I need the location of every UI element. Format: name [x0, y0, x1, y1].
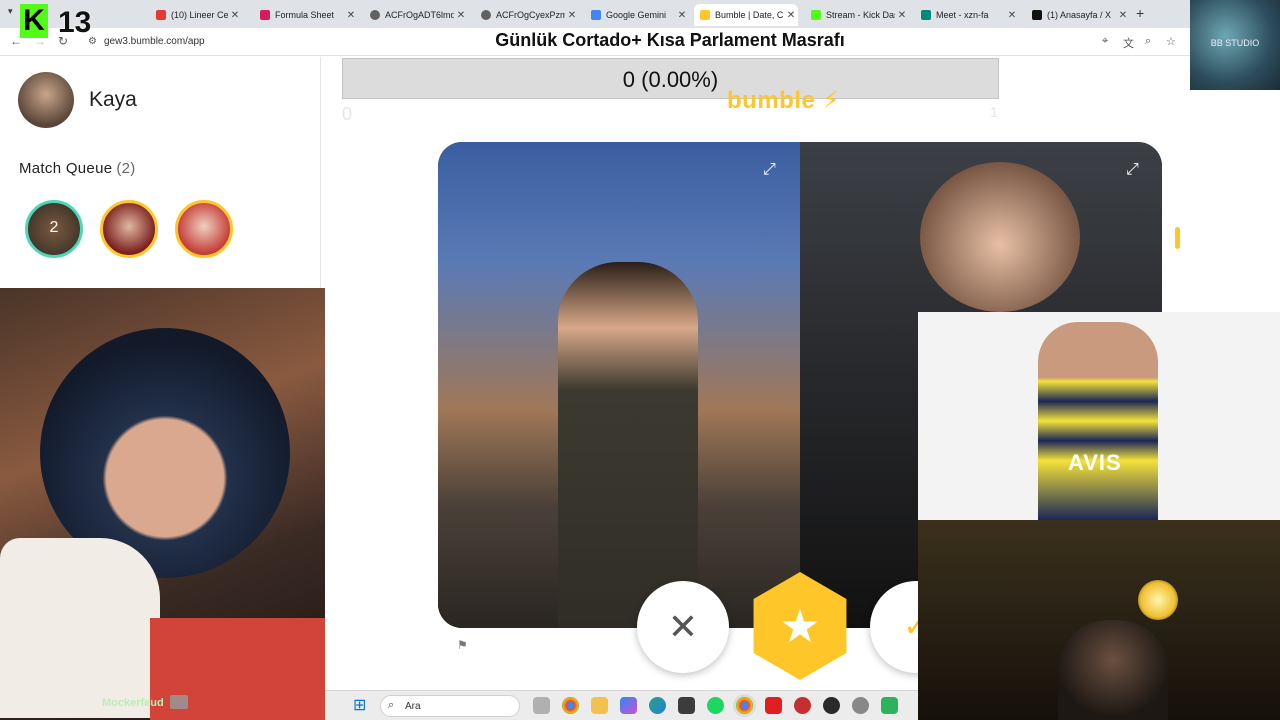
sidebar: Kaya Match Queue (2) 2: [0, 57, 321, 288]
webcam-guest-left: Mockerfeud: [0, 288, 325, 720]
tab-acfrog-2[interactable]: ACFrOgCyexPzm ✕: [475, 4, 579, 26]
bumble-icon: [700, 10, 710, 20]
streamer-name: Mockerfeud: [102, 697, 164, 709]
file-explorer-icon[interactable]: [591, 697, 608, 714]
zoom-icon[interactable]: ⌕: [1145, 35, 1151, 48]
match-queue-label: Match Queue: [19, 160, 113, 177]
tab-google-gemini[interactable]: Google Gemini ✕: [585, 4, 689, 26]
kick-logo: K: [20, 4, 48, 38]
task-view-icon[interactable]: [533, 697, 550, 714]
match-queue-avatar[interactable]: [175, 200, 233, 258]
studio-label: BB STUDIO: [1210, 38, 1260, 48]
spotify-icon[interactable]: [707, 697, 724, 714]
tab-formula-sheet[interactable]: Formula Sheet ✕: [254, 4, 358, 26]
tab-bumble[interactable]: Bumble | Date, Cl ✕: [694, 4, 798, 26]
acrobat-icon[interactable]: [765, 697, 782, 714]
chrome-icon[interactable]: [562, 697, 579, 714]
document-icon: [260, 10, 270, 20]
browser-tab-strip: ▾ (10) Lineer Cebir ✕ Formula Sheet ✕ AC…: [0, 0, 1190, 28]
tab-close-icon[interactable]: ✕: [895, 10, 909, 21]
match-queue-avatar[interactable]: [100, 200, 158, 258]
viewer-count: 13: [58, 6, 92, 39]
match-queue-count: (2): [116, 160, 136, 177]
star-icon: ★: [779, 600, 821, 652]
gemini-icon: [591, 10, 601, 20]
tab-search-icon[interactable]: ▾: [8, 6, 13, 17]
webcam-player-image: AVIS: [918, 312, 1280, 520]
settings-icon[interactable]: [852, 697, 869, 714]
user-name[interactable]: Kaya: [89, 88, 137, 112]
tab-close-icon[interactable]: ✕: [784, 10, 798, 21]
store-icon[interactable]: [678, 697, 695, 714]
webcam-streamer: [918, 520, 1280, 720]
goal-progress-bar: 0 (0.00%): [342, 58, 999, 99]
streamer-person: [1058, 620, 1168, 720]
tab-close-icon[interactable]: ✕: [1005, 10, 1019, 21]
tab-close-icon[interactable]: ✕: [344, 10, 358, 21]
profile-person: [558, 262, 698, 628]
beeline-count: 2: [49, 219, 59, 236]
search-placeholder: Ara: [405, 701, 421, 712]
lamp: [1138, 580, 1178, 620]
tab-x-home[interactable]: (1) Anasayfa / X ✕: [1026, 4, 1130, 26]
football-player: [1038, 322, 1158, 520]
tab-meet[interactable]: Meet - xzn-fa ✕: [915, 4, 1019, 26]
location-icon[interactable]: ⌖: [1102, 35, 1108, 48]
tab-acfrog-1[interactable]: ACFrOgADT6lmq ✕: [364, 4, 468, 26]
close-icon: ✕: [667, 606, 699, 647]
match-queue-beeline[interactable]: 2: [25, 200, 83, 258]
user-avatar[interactable]: [18, 72, 74, 128]
guest-towel: [0, 538, 160, 718]
kick-icon: [811, 10, 821, 20]
globe-icon: [370, 10, 380, 20]
profile-face: [920, 162, 1080, 312]
expand-icon[interactable]: ⤢: [763, 162, 779, 178]
app-red-icon[interactable]: [794, 697, 811, 714]
tab-lineer-cebir[interactable]: (10) Lineer Cebir ✕: [150, 4, 242, 26]
bumble-logo: bumble ⚡: [727, 87, 840, 114]
scroll-indicator[interactable]: [1175, 227, 1180, 249]
chrome-active-icon[interactable]: [736, 697, 753, 714]
windows-start-icon[interactable]: ⊞: [353, 698, 369, 714]
meet-icon: [921, 10, 931, 20]
counter-right: 1: [990, 104, 998, 120]
pass-button[interactable]: ✕: [637, 581, 729, 673]
app-dark-icon[interactable]: [823, 697, 840, 714]
youtube-icon: [156, 10, 166, 20]
bookmark-star-icon[interactable]: ☆: [1166, 35, 1176, 48]
search-icon: ⌕: [388, 699, 395, 711]
stream-title: Günlük Cortado+ Kısa Parlament Masrafı: [495, 30, 845, 50]
x-logo-icon: [1032, 10, 1042, 20]
report-flag-icon[interactable]: ⚑: [457, 638, 468, 652]
tab-kick-stream[interactable]: Stream - Kick Das ✕: [805, 4, 909, 26]
streamer-avatar: [170, 695, 188, 709]
url-field[interactable]: gew3.bumble.com/app: [104, 36, 205, 47]
expand-icon[interactable]: ⤢: [1126, 162, 1142, 178]
globe-icon: [481, 10, 491, 20]
match-queue-heading: Match Queue (2): [19, 160, 136, 177]
translate-icon[interactable]: 文: [1123, 35, 1134, 51]
goal-progress-text: 0 (0.00%): [622, 67, 719, 92]
edge-icon[interactable]: [649, 697, 666, 714]
tab-close-icon[interactable]: ✕: [454, 10, 468, 21]
tab-close-icon[interactable]: ✕: [1116, 10, 1130, 21]
new-tab-button[interactable]: +: [1136, 5, 1144, 21]
profile-photo-1: ⤢: [438, 142, 800, 628]
app-green-icon[interactable]: [881, 697, 898, 714]
studio-badge: BB STUDIO: [1190, 0, 1280, 90]
shirt-sponsor-text: AVIS: [1068, 450, 1122, 475]
copilot-icon[interactable]: [620, 697, 637, 714]
taskbar-search[interactable]: ⌕ Ara: [380, 695, 520, 717]
tab-close-icon[interactable]: ✕: [565, 10, 579, 21]
windows-taskbar: ⊞ ⌕ Ara: [325, 690, 918, 720]
tab-close-icon[interactable]: ✕: [228, 10, 242, 21]
tab-close-icon[interactable]: ✕: [675, 10, 689, 21]
counter-left: 0: [342, 104, 353, 124]
